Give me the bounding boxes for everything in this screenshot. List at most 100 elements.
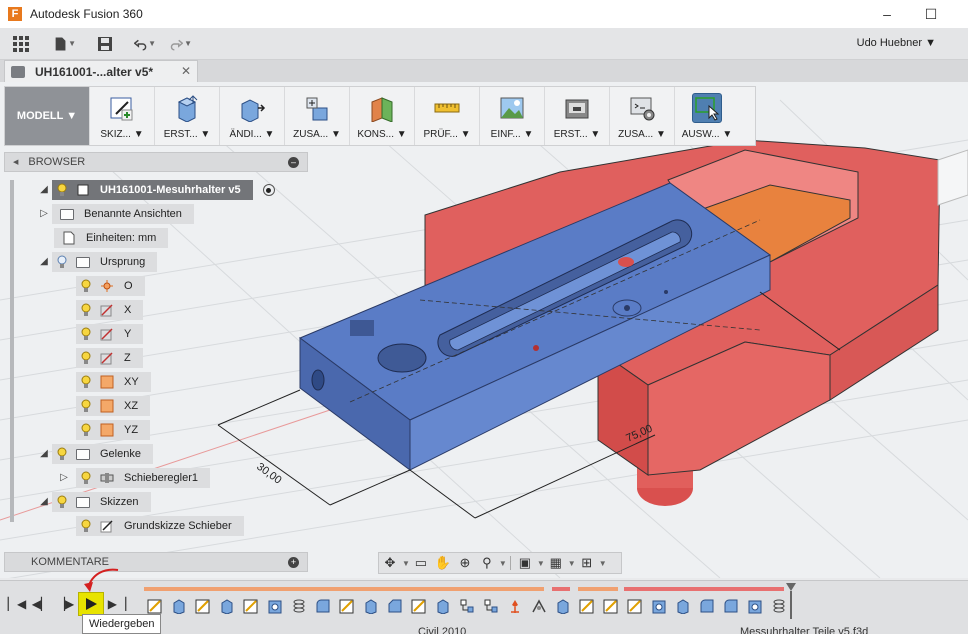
zoom-icon[interactable]: ⊕ — [454, 554, 476, 572]
add-comment-icon[interactable]: + — [288, 557, 299, 568]
tree-row-slider-joint[interactable]: ▷ Schieberegler1 — [58, 468, 210, 488]
tree-row-origin-point[interactable]: O — [76, 276, 145, 296]
comments-panel[interactable]: KOMMENTARE + — [4, 552, 308, 572]
timeline-marker-icon[interactable] — [786, 583, 796, 619]
tree-row-axis-z[interactable]: Z — [76, 348, 143, 368]
sketch-tool[interactable]: SKIZ... ▼ — [89, 87, 154, 145]
document-tab[interactable]: UH161001-...alter v5* ✕ — [4, 60, 198, 82]
visibility-bulb-icon[interactable] — [56, 447, 68, 461]
visibility-bulb-icon[interactable] — [80, 303, 92, 317]
sketch-feature-icon[interactable] — [578, 597, 596, 615]
addins-tool[interactable]: ZUSA... ▼ — [609, 87, 674, 145]
chamfer-feature-icon[interactable] — [386, 597, 404, 615]
look-at-icon[interactable]: ▭ — [410, 554, 432, 572]
go-to-end-icon[interactable]: ▶▕ — [108, 595, 126, 613]
tree-node-origin[interactable]: Ursprung — [52, 252, 158, 272]
insert-tool[interactable]: EINF... ▼ — [479, 87, 544, 145]
tree-node-xy[interactable]: XY — [76, 372, 151, 392]
visibility-bulb-icon[interactable] — [56, 183, 68, 197]
expander-closed-icon[interactable]: ▷ — [38, 208, 50, 220]
save-icon[interactable] — [94, 33, 116, 55]
tree-node-joints[interactable]: Gelenke — [52, 444, 153, 464]
tree-node-xz[interactable]: XZ — [76, 396, 151, 416]
close-tab-icon[interactable]: ✕ — [181, 64, 191, 78]
visibility-bulb-icon[interactable] — [80, 351, 92, 365]
tree-row-plane-xz[interactable]: XZ — [76, 396, 151, 416]
visibility-bulb-icon[interactable] — [80, 519, 92, 533]
tree-node-o[interactable]: O — [76, 276, 145, 296]
workspace-switcher[interactable]: MODELL ▼ — [5, 87, 89, 145]
tree-node-z[interactable]: Z — [76, 348, 143, 368]
tree-row-named-views[interactable]: ▷ Benannte Ansichten — [38, 204, 194, 224]
assemble-tool[interactable]: ZUSA... ▼ — [284, 87, 349, 145]
visibility-bulb-off-icon[interactable] — [56, 255, 68, 269]
tree-row-axis-y[interactable]: Y — [76, 324, 144, 344]
sketch-feature-icon[interactable] — [194, 597, 212, 615]
construct-tool[interactable]: KONS... ▼ — [349, 87, 414, 145]
minimize-button[interactable]: – — [872, 4, 902, 24]
collapse-icon[interactable]: ◀ — [13, 158, 18, 166]
tree-row-sketches[interactable]: ◢ Skizzen — [38, 492, 151, 512]
fillet-feature-icon[interactable] — [314, 597, 332, 615]
modify-tool[interactable]: ÄNDI... ▼ — [219, 87, 284, 145]
sketch-feature-icon[interactable] — [146, 597, 164, 615]
select-tool[interactable]: AUSW... ▼ — [674, 87, 739, 145]
viewports-icon[interactable]: ⊞ — [576, 554, 598, 572]
fillet-feature-icon[interactable] — [698, 597, 716, 615]
browser-scrollbar[interactable] — [10, 180, 14, 522]
visibility-bulb-icon[interactable] — [80, 279, 92, 293]
sketch-feature-icon[interactable] — [410, 597, 428, 615]
tree-node-yz[interactable]: YZ — [76, 420, 151, 440]
fit-icon[interactable]: ⚲ — [476, 554, 498, 572]
tree-node-base-sketch[interactable]: Grundskizze Schieber — [76, 516, 244, 536]
joint-feature-icon[interactable] — [530, 597, 548, 615]
sketch-feature-icon[interactable] — [626, 597, 644, 615]
expander-closed-icon[interactable]: ▷ — [58, 472, 70, 484]
tree-node-x[interactable]: X — [76, 300, 144, 320]
browser-header[interactable]: ◀ BROWSER – — [4, 152, 308, 172]
data-panel-grid-icon[interactable] — [10, 33, 32, 55]
maximize-button[interactable]: ☐ — [916, 4, 946, 24]
expander-open-icon[interactable]: ◢ — [38, 256, 50, 268]
tree-node-slider[interactable]: Schieberegler1 — [76, 468, 210, 488]
tree-row-units[interactable]: Einheiten: mm — [52, 228, 169, 248]
sketch-feature-icon[interactable] — [338, 597, 356, 615]
extrude-feature-icon[interactable] — [434, 597, 452, 615]
make-tool[interactable]: ERST... ▼ — [544, 87, 609, 145]
tree-node-units[interactable]: Einheiten: mm — [54, 228, 169, 248]
tree-row-joints[interactable]: ◢ Gelenke — [38, 444, 153, 464]
activate-radio[interactable] — [262, 184, 275, 196]
tree-row-plane-yz[interactable]: YZ — [76, 420, 151, 440]
fillet-feature-icon[interactable] — [722, 597, 740, 615]
visibility-bulb-icon[interactable] — [80, 423, 92, 437]
tree-node-sketches[interactable]: Skizzen — [52, 492, 151, 512]
user-menu[interactable]: Udo Huebner ▼ — [857, 37, 936, 49]
extrude-feature-icon[interactable] — [170, 597, 188, 615]
create-tool[interactable]: ERST... ▼ — [154, 87, 219, 145]
tree-row-axis-x[interactable]: X — [76, 300, 144, 320]
browser-minimize-icon[interactable]: – — [288, 157, 299, 168]
expander-open-icon[interactable]: ◢ — [38, 184, 50, 196]
tree-row-root[interactable]: ◢ UH161001-Mesuhrhalter v5 — [38, 180, 275, 200]
expander-open-icon[interactable]: ◢ — [38, 496, 50, 508]
extrude-feature-icon[interactable] — [674, 597, 692, 615]
tree-row-base-sketch[interactable]: Grundskizze Schieber — [76, 516, 244, 536]
file-menu-icon[interactable]: ▼ — [54, 33, 76, 55]
hole-feature-icon[interactable] — [266, 597, 284, 615]
redo-icon[interactable]: ▼ — [170, 33, 192, 55]
component-feature-icon[interactable] — [458, 597, 476, 615]
hole-feature-icon[interactable] — [746, 597, 764, 615]
orbit-icon[interactable]: ✥ — [379, 554, 401, 572]
pan-hand-icon[interactable]: ✋ — [432, 554, 454, 572]
component-feature-icon[interactable] — [482, 597, 500, 615]
hole-feature-icon[interactable] — [650, 597, 668, 615]
go-to-start-icon[interactable]: ▏◀ — [8, 595, 26, 613]
tree-node-y[interactable]: Y — [76, 324, 144, 344]
pin-feature-icon[interactable] — [506, 597, 524, 615]
sketch-feature-icon[interactable] — [602, 597, 620, 615]
tree-node-root[interactable]: UH161001-Mesuhrhalter v5 — [52, 180, 253, 200]
tree-row-plane-xy[interactable]: XY — [76, 372, 151, 392]
extrude-feature-icon[interactable] — [554, 597, 572, 615]
thread-feature-icon[interactable] — [290, 597, 308, 615]
step-forward-icon[interactable]: ▕▶ — [56, 595, 74, 613]
